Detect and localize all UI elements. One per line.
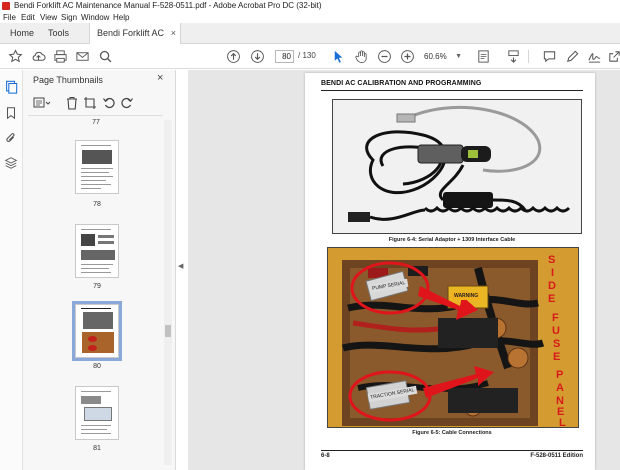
fit-page-icon[interactable]: [476, 49, 491, 64]
zoom-in-icon[interactable]: [400, 49, 415, 64]
pdf-page: BENDI AC CALIBRATION AND PROGRAMMING Fig…: [305, 73, 595, 470]
pen-icon[interactable]: [565, 49, 580, 64]
thumbnail-page-81[interactable]: [75, 386, 119, 440]
thumbnail-page-79[interactable]: [75, 224, 119, 278]
warning-sticker: WARNING: [452, 292, 481, 300]
page-footer-edition: F-528-0511 Edition: [530, 453, 583, 459]
window-title: Bendi Forklift AC Maintenance Manual F-5…: [14, 1, 322, 10]
zoom-level-dropdown[interactable]: 60.6% ▼: [424, 49, 462, 64]
tab-home[interactable]: Home: [10, 23, 34, 44]
tab-document[interactable]: Bendi Forklift AC M... ×: [89, 23, 181, 59]
tab-tools[interactable]: Tools: [48, 23, 69, 44]
cable-connections-illustration: [328, 248, 578, 427]
print-icon[interactable]: [53, 49, 68, 64]
rotate-counterclockwise-icon[interactable]: [102, 96, 116, 110]
side-label-letter: F: [552, 312, 559, 324]
menu-window[interactable]: Window: [81, 13, 109, 22]
scrollbar-thumb[interactable]: [165, 325, 171, 337]
serial-adaptor-cable-illustration: [333, 100, 581, 233]
share-icon[interactable]: [607, 49, 620, 64]
document-viewer[interactable]: BENDI AC CALIBRATION AND PROGRAMMING Fig…: [188, 70, 620, 470]
search-icon[interactable]: [98, 49, 113, 64]
menu-view[interactable]: View: [40, 13, 57, 22]
menu-file[interactable]: File: [3, 13, 16, 22]
page-footer-number: 6-8: [321, 453, 330, 459]
footer-rule: [321, 450, 583, 451]
chevron-down-icon: ▼: [455, 53, 462, 60]
side-label-letter: U: [552, 325, 560, 337]
main-toolbar: 80 / 130 60.6% ▼: [0, 44, 620, 69]
hand-tool-icon[interactable]: [354, 49, 369, 64]
navigation-rail: [0, 70, 23, 470]
thumbnail-label-78: 78: [93, 201, 101, 208]
bookmark-star-icon[interactable]: [8, 49, 23, 64]
page-total: / 130: [298, 51, 316, 60]
collapse-panel-arrow-icon[interactable]: ◀: [178, 262, 183, 270]
thumbnail-label-81: 81: [93, 445, 101, 452]
rotate-clockwise-icon[interactable]: [120, 96, 134, 110]
figure-2-caption: Figure 6-5: Cable Connections: [412, 430, 492, 436]
page-thumbnails-panel: Page Thumbnails × 77 78 79 80 81: [23, 70, 176, 470]
page-number-input[interactable]: 80: [275, 50, 294, 63]
thumbnail-page-80[interactable]: [72, 301, 122, 361]
figure-cable-connections-photo: WARNING PUMP SERIAL TRACTION SERIAL S I …: [327, 247, 579, 428]
sign-icon[interactable]: [587, 49, 602, 64]
title-bar: Bendi Forklift AC Maintenance Manual F-5…: [0, 0, 620, 12]
menu-edit[interactable]: Edit: [21, 13, 35, 22]
cloud-upload-icon[interactable]: [31, 49, 46, 64]
thumbnail-label-77: 77: [92, 119, 100, 126]
side-label-letter: S: [553, 338, 561, 350]
menu-help[interactable]: Help: [113, 13, 129, 22]
select-cursor-icon[interactable]: [331, 49, 346, 64]
side-label-letter: A: [556, 382, 564, 394]
delete-page-icon[interactable]: [65, 96, 79, 110]
thumbnail-scrollbar[interactable]: [164, 120, 172, 465]
toolbar-separator: [528, 50, 529, 63]
tab-bar: Home Tools Bendi Forklift AC M... ×: [0, 23, 620, 59]
close-icon[interactable]: ×: [157, 72, 163, 84]
attachment-icon[interactable]: [4, 131, 18, 145]
tab-close-icon[interactable]: ×: [171, 23, 176, 44]
figure-1-caption: Figure 6-4: Serial Adaptor + 1309 Interf…: [388, 237, 516, 243]
figure-serial-adaptor-photo: [332, 99, 582, 234]
zoom-out-icon[interactable]: [377, 49, 392, 64]
page-down-icon[interactable]: [250, 49, 265, 64]
page-up-icon[interactable]: [226, 49, 241, 64]
thumbnail-options-icon[interactable]: [33, 96, 51, 110]
thumbnail-page-78[interactable]: [75, 140, 119, 194]
side-label-letter: D: [548, 280, 556, 292]
side-label-letter: P: [556, 369, 564, 381]
bookmark-icon[interactable]: [4, 106, 18, 120]
crop-page-icon[interactable]: [83, 96, 97, 110]
page-thumbnails-icon[interactable]: [4, 80, 18, 94]
side-label-letter: L: [559, 417, 566, 428]
thumbnail-label-79: 79: [93, 283, 101, 290]
page-header: BENDI AC CALIBRATION AND PROGRAMMING: [321, 80, 482, 87]
menu-sign[interactable]: Sign: [61, 13, 77, 22]
side-label-letter: S: [548, 254, 556, 266]
acrobat-app-icon: [2, 2, 10, 10]
comment-icon[interactable]: [542, 49, 557, 64]
thumbnail-label-80: 80: [93, 363, 101, 370]
side-label-letter: E: [553, 351, 561, 363]
zoom-level-value: 60.6%: [424, 52, 447, 61]
side-label-letter: E: [548, 293, 556, 305]
email-icon[interactable]: [75, 49, 90, 64]
scroll-mode-icon[interactable]: [506, 49, 521, 64]
panel-divider: [28, 115, 163, 116]
side-label-letter: I: [551, 267, 555, 279]
menu-bar: File Edit View Sign Window Help: [0, 12, 620, 23]
layers-icon[interactable]: [4, 156, 18, 170]
header-rule: [321, 90, 583, 91]
panel-title: Page Thumbnails: [33, 75, 103, 85]
